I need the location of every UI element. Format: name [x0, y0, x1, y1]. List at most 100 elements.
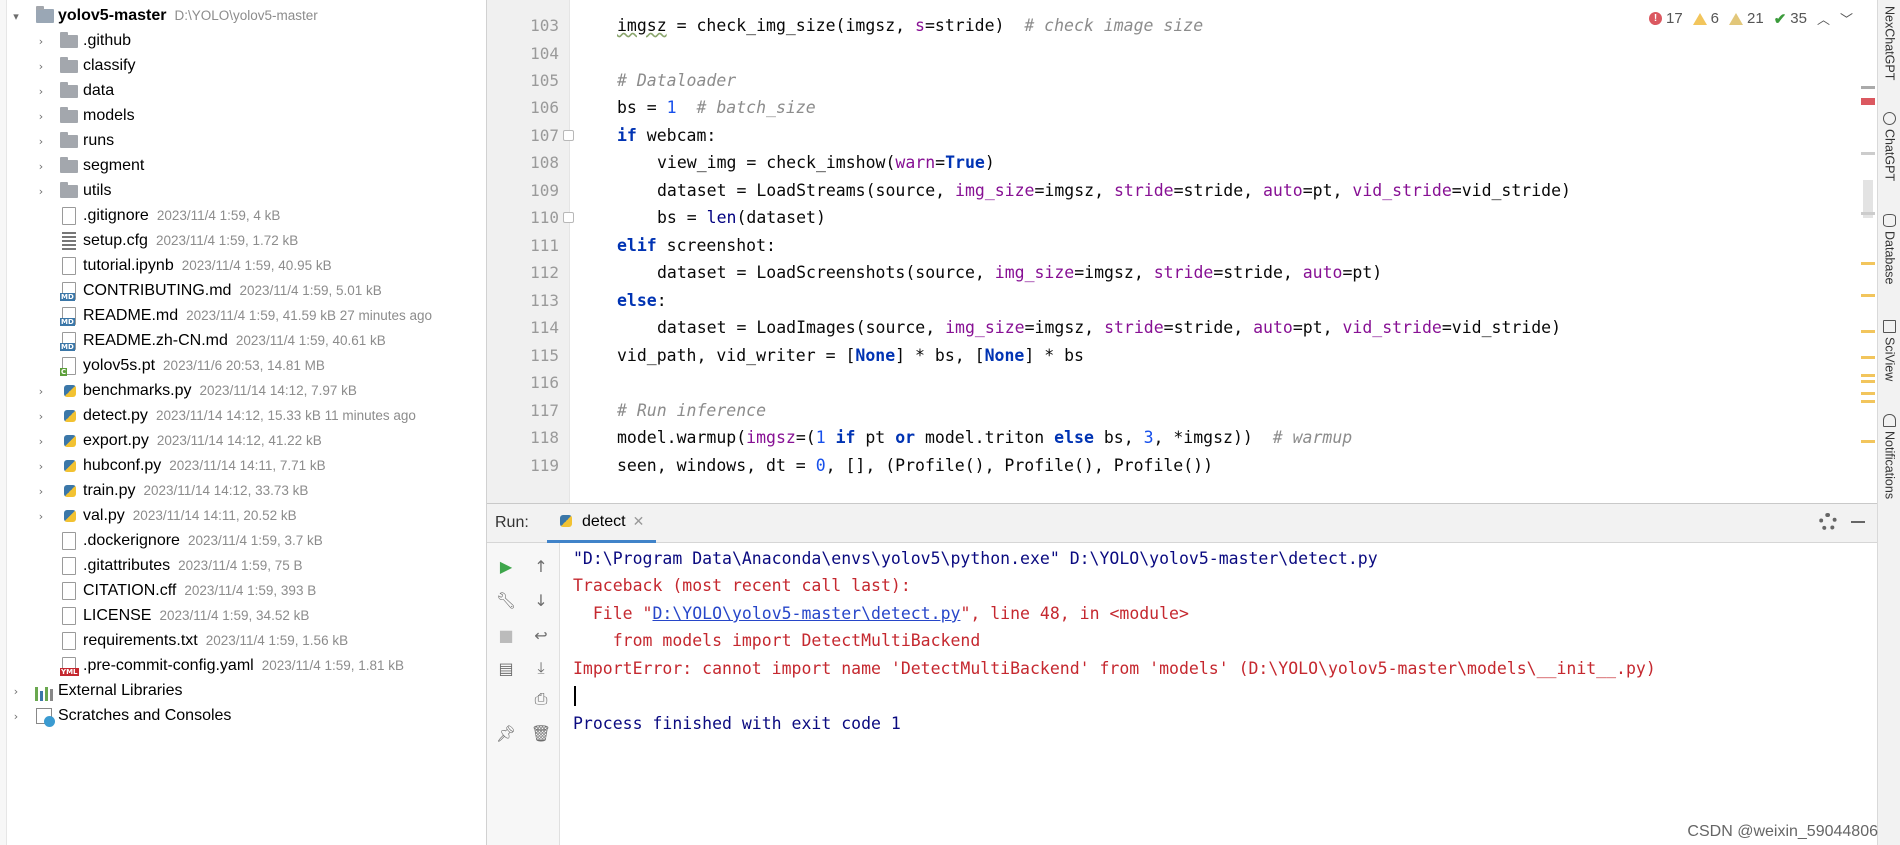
tree-item-setup-cfg[interactable]: setup.cfg 2023/11/4 1:59, 1.72 kB: [0, 229, 486, 254]
warning-count[interactable]: 6: [1692, 10, 1719, 27]
tree-item-meta: 2023/11/4 1:59, 1.81 kB: [261, 658, 405, 673]
chevron-down-icon[interactable]: ▾: [11, 4, 21, 29]
tree-item-val[interactable]: › val.py 2023/11/14 14:11, 20.52 kB: [0, 504, 486, 529]
chevron-right-icon[interactable]: ›: [11, 679, 21, 704]
tree-item-benchmarks[interactable]: › benchmarks.py 2023/11/14 14:12, 7.97 kB: [0, 379, 486, 404]
tree-item-scratches[interactable]: › Scratches and Consoles: [0, 704, 486, 729]
tree-item-label: benchmarks.py: [83, 382, 192, 399]
tree-item-utils[interactable]: › utils: [0, 179, 486, 204]
tree-item-detect[interactable]: › detect.py 2023/11/14 14:12, 15.33 kB 11…: [0, 404, 486, 429]
bell-icon: [1883, 414, 1896, 427]
chevron-right-icon[interactable]: ›: [36, 104, 46, 129]
next-highlight-icon[interactable]: ﹀: [1840, 9, 1853, 28]
tool-tab-chatgpt[interactable]: ChatGPT: [1878, 112, 1900, 181]
tree-item-requirements[interactable]: requirements.txt 2023/11/4 1:59, 1.56 kB: [0, 629, 486, 654]
scroll-to-end-icon[interactable]: ⤓: [531, 658, 551, 678]
line-number: 108: [530, 153, 559, 172]
tree-item-meta: 2023/11/4 1:59, 40.95 kB: [181, 258, 332, 273]
code-line: dataset = LoadScreenshots(source, img_si…: [657, 263, 1383, 282]
markdown-file-icon: MD: [60, 282, 76, 301]
tree-item-readme[interactable]: MD README.md 2023/11/4 1:59, 41.59 kB 27 …: [0, 304, 486, 329]
tree-item-gitignore[interactable]: .gitignore 2023/11/4 1:59, 4 kB: [0, 204, 486, 229]
chevron-right-icon[interactable]: ›: [36, 179, 46, 204]
error-count[interactable]: ! 17: [1648, 10, 1683, 27]
code-line: bs = len(dataset): [657, 208, 826, 227]
tree-item-readme-zh[interactable]: MD README.zh-CN.md 2023/11/4 1:59, 40.61 …: [0, 329, 486, 354]
inspection-indicators[interactable]: ! 17 6 21 ✔ 35 ︿ ﹀: [1648, 9, 1853, 28]
tree-item-meta: 2023/11/4 1:59, 41.59 kB 27 minutes ago: [186, 308, 433, 323]
close-icon[interactable]: ✕: [633, 514, 645, 530]
tree-item-github[interactable]: › .github: [0, 29, 486, 54]
chevron-right-icon[interactable]: ›: [36, 379, 46, 404]
rerun-icon[interactable]: ▶: [496, 556, 516, 576]
tree-item-precommit[interactable]: YML .pre-commit-config.yaml 2023/11/4 1:5…: [0, 654, 486, 679]
trash-icon[interactable]: 🗑︎: [531, 723, 551, 743]
fold-marker-icon[interactable]: [563, 212, 574, 223]
chevron-right-icon[interactable]: ›: [36, 429, 46, 454]
tree-item-models[interactable]: › models: [0, 104, 486, 129]
chevron-right-icon[interactable]: ›: [36, 504, 46, 529]
tree-item-license[interactable]: LICENSE 2023/11/4 1:59, 34.52 kB: [0, 604, 486, 629]
tree-item-external-libraries[interactable]: › External Libraries: [0, 679, 486, 704]
tree-item-tutorial[interactable]: tutorial.ipynb 2023/11/4 1:59, 40.95 kB: [0, 254, 486, 279]
line-number: 113: [530, 291, 559, 310]
python-icon: [559, 514, 575, 530]
file-link[interactable]: D:\YOLO\yolov5-master\detect.py: [652, 604, 960, 623]
tree-item-hubconf[interactable]: › hubconf.py 2023/11/14 14:11, 7.71 kB: [0, 454, 486, 479]
console-line-traceback: Traceback (most recent call last):: [573, 576, 911, 595]
chevron-right-icon[interactable]: ›: [36, 79, 46, 104]
up-arrow-icon[interactable]: ↑: [531, 556, 551, 576]
line-number: 118: [530, 428, 559, 447]
tree-item-segment[interactable]: › segment: [0, 154, 486, 179]
print-icon[interactable]: ⎙: [531, 689, 551, 709]
tool-tab-notifications[interactable]: Notifications: [1878, 414, 1900, 499]
tree-item-gitattributes[interactable]: .gitattributes 2023/11/4 1:59, 75 B: [0, 554, 486, 579]
code-line: if webcam:: [617, 126, 717, 145]
run-tab-detect[interactable]: detect ✕: [547, 504, 657, 543]
fold-marker-icon[interactable]: [563, 130, 574, 141]
wrench-icon[interactable]: 🔧︎: [496, 590, 516, 610]
stop-icon[interactable]: ■: [496, 625, 516, 645]
file-icon: [62, 532, 76, 550]
tree-item-dockerignore[interactable]: .dockerignore 2023/11/4 1:59, 3.7 kB: [0, 529, 486, 554]
chevron-right-icon[interactable]: ›: [36, 54, 46, 79]
chevron-right-icon[interactable]: ›: [36, 129, 46, 154]
tree-item-yolov5s[interactable]: C yolov5s.pt 2023/11/6 20:53, 14.81 MB: [0, 354, 486, 379]
chevron-right-icon[interactable]: ›: [36, 29, 46, 54]
line-number: 105: [530, 71, 559, 90]
tree-item-label: .gitattributes: [83, 557, 171, 574]
tool-tab-database[interactable]: Database: [1878, 214, 1900, 285]
tree-item-citation[interactable]: CITATION.cff 2023/11/4 1:59, 393 B: [0, 579, 486, 604]
chevron-right-icon[interactable]: ›: [11, 704, 21, 729]
chevron-right-icon[interactable]: ›: [36, 454, 46, 479]
soft-wrap-icon[interactable]: ↩: [531, 625, 551, 645]
tree-item-export[interactable]: › export.py 2023/11/14 14:12, 41.22 kB: [0, 429, 486, 454]
pin-icon[interactable]: 📌︎: [496, 723, 516, 743]
root-path: D:\YOLO\yolov5-master: [174, 8, 318, 23]
tool-tab-sciview[interactable]: SciView: [1878, 320, 1900, 381]
chevron-right-icon[interactable]: ›: [36, 404, 46, 429]
folder-icon: [60, 32, 78, 48]
tool-tab-nexchatgpt[interactable]: NexChatGPT: [1878, 6, 1900, 80]
tree-item-label: runs: [83, 132, 115, 149]
gear-icon[interactable]: [1819, 513, 1837, 531]
typo-count[interactable]: ✔ 35: [1774, 10, 1807, 28]
tree-item-classify[interactable]: › classify: [0, 54, 486, 79]
tree-root[interactable]: ▾ yolov5-master D:\YOLO\yolov5-master: [0, 4, 486, 29]
tree-item-train[interactable]: › train.py 2023/11/14 14:12, 33.73 kB: [0, 479, 486, 504]
error-stripe[interactable]: [1859, 0, 1877, 503]
tree-item-data[interactable]: › data: [0, 79, 486, 104]
hide-icon[interactable]: [1851, 521, 1865, 523]
chevron-right-icon[interactable]: ›: [36, 154, 46, 179]
layout-icon[interactable]: ▤: [496, 658, 516, 678]
previous-highlight-icon[interactable]: ︿: [1817, 9, 1830, 28]
warning-icon: [1692, 12, 1707, 25]
tree-item-runs[interactable]: › runs: [0, 129, 486, 154]
chevron-right-icon[interactable]: ›: [36, 479, 46, 504]
weak-warning-count[interactable]: 21: [1729, 10, 1764, 27]
down-arrow-icon[interactable]: ↓: [531, 590, 551, 610]
tree-item-contributing[interactable]: MD CONTRIBUTING.md 2023/11/4 1:59, 5.01 k…: [0, 279, 486, 304]
code-editor[interactable]: 103 104 105 106 107 108 109 110 111 112 …: [487, 0, 1877, 503]
check-icon: ✔: [1773, 10, 1787, 28]
text-file-icon: [62, 632, 76, 650]
